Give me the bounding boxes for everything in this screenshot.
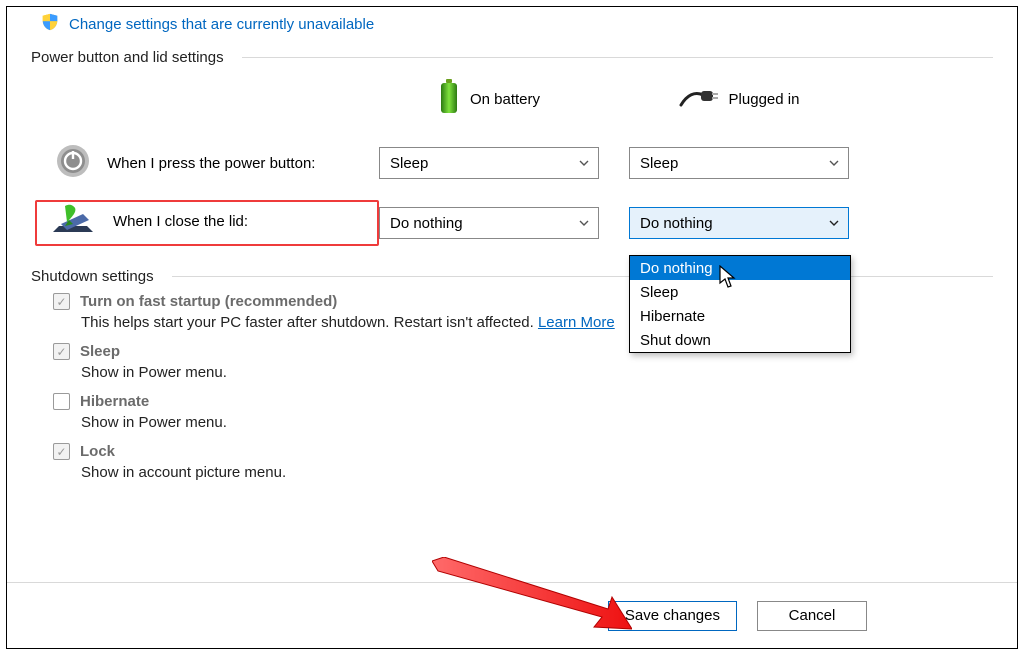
row-close-lid: When I close the lid:	[35, 200, 379, 246]
section-power-label: Power button and lid settings	[31, 49, 224, 66]
hibernate-label: Hibernate	[80, 393, 149, 410]
check-icon: ✓	[56, 296, 66, 308]
sleep-desc: Show in Power menu.	[81, 364, 993, 381]
learn-more-link[interactable]: Learn More	[538, 314, 615, 331]
lid-plugged-value: Do nothing	[640, 215, 713, 232]
section-power-heading: Power button and lid settings	[31, 49, 993, 66]
footer: Save changes Cancel	[7, 582, 1017, 648]
lid-battery-value: Do nothing	[390, 215, 463, 232]
sleep-checkbox[interactable]: ✓	[53, 343, 70, 360]
lock-desc: Show in account picture menu.	[81, 464, 993, 481]
laptop-lid-icon	[53, 202, 97, 240]
hibernate-checkbox[interactable]	[53, 393, 70, 410]
window-frame: Change settings that are currently unava…	[6, 6, 1018, 649]
sleep-item: ✓ Sleep Show in Power menu.	[53, 343, 993, 381]
chevron-down-icon	[578, 217, 590, 229]
check-icon: ✓	[56, 446, 66, 458]
uac-row: Change settings that are currently unava…	[31, 7, 993, 49]
lid-plugged-dropdown[interactable]: Do nothing	[629, 207, 849, 239]
fast-startup-desc: This helps start your PC faster after sh…	[81, 314, 993, 331]
power-settings-grid: On battery Plugged in	[39, 72, 993, 246]
lid-battery-dropdown[interactable]: Do nothing	[379, 207, 599, 239]
chevron-down-icon	[828, 217, 840, 229]
power-button-label: When I press the power button:	[107, 155, 315, 172]
chevron-down-icon	[828, 157, 840, 169]
row-power-button: When I press the power button:	[39, 140, 379, 186]
col-plugged-label: Plugged in	[729, 91, 800, 108]
battery-icon	[438, 79, 460, 119]
change-settings-link[interactable]: Change settings that are currently unava…	[69, 16, 374, 33]
power-icon	[55, 143, 91, 183]
hibernate-desc: Show in Power menu.	[81, 414, 993, 431]
save-changes-button[interactable]: Save changes	[608, 601, 737, 631]
plug-icon	[679, 85, 719, 113]
lock-checkbox[interactable]: ✓	[53, 443, 70, 460]
fast-startup-item: ✓ Turn on fast startup (recommended) Thi…	[53, 293, 993, 331]
shutdown-settings: ✓ Turn on fast startup (recommended) Thi…	[53, 293, 993, 481]
col-battery-label: On battery	[470, 91, 540, 108]
power-button-plugged-dropdown[interactable]: Sleep	[629, 147, 849, 179]
lid-plugged-dropdown-list[interactable]: Do nothing Sleep Hibernate Shut down	[629, 255, 851, 353]
divider	[172, 276, 993, 277]
sleep-label: Sleep	[80, 343, 120, 360]
lock-item: ✓ Lock Show in account picture menu.	[53, 443, 993, 481]
dropdown-option-hibernate[interactable]: Hibernate	[630, 304, 850, 328]
content-area: Change settings that are currently unava…	[31, 7, 993, 493]
power-button-battery-dropdown[interactable]: Sleep	[379, 147, 599, 179]
power-button-plugged-value: Sleep	[640, 155, 678, 172]
close-lid-label: When I close the lid:	[113, 213, 248, 230]
cancel-button[interactable]: Cancel	[757, 601, 867, 631]
shield-icon	[41, 13, 59, 35]
dropdown-option-sleep[interactable]: Sleep	[630, 280, 850, 304]
col-head-battery: On battery	[379, 72, 599, 126]
hibernate-item: Hibernate Show in Power menu.	[53, 393, 993, 431]
chevron-down-icon	[578, 157, 590, 169]
section-shutdown-label: Shutdown settings	[31, 268, 154, 285]
fast-startup-label: Turn on fast startup (recommended)	[80, 293, 337, 310]
dropdown-option-shut-down[interactable]: Shut down	[630, 328, 850, 352]
lock-label: Lock	[80, 443, 115, 460]
power-button-battery-value: Sleep	[390, 155, 428, 172]
check-icon: ✓	[56, 346, 66, 358]
divider	[242, 57, 993, 58]
dropdown-option-do-nothing[interactable]: Do nothing	[630, 256, 850, 280]
col-head-plugged: Plugged in	[629, 72, 849, 126]
fast-startup-checkbox[interactable]: ✓	[53, 293, 70, 310]
